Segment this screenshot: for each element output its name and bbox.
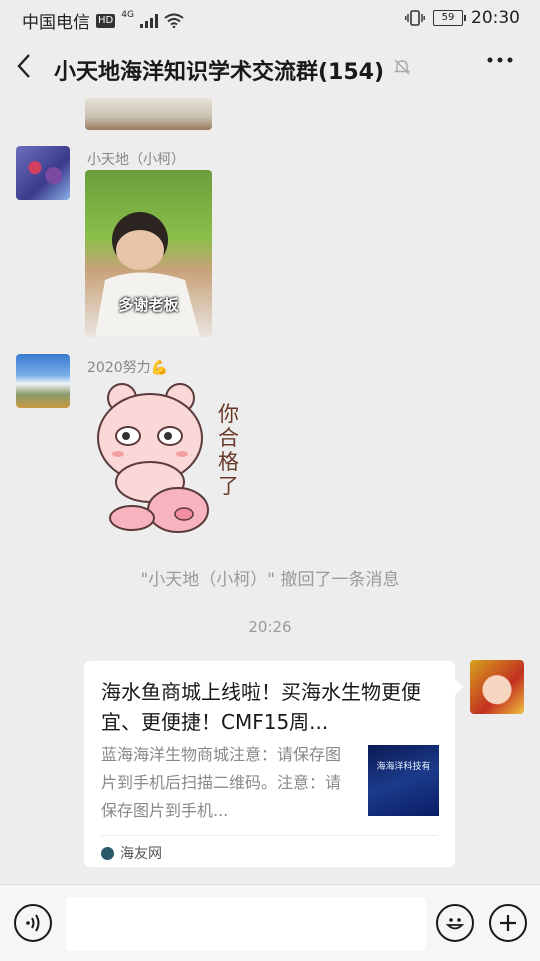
vibrate-icon (405, 10, 425, 26)
message-timestamp: 20:26 (248, 618, 292, 636)
status-bar: 中国电信 HD 4G 59 20:30 (0, 0, 540, 38)
plus-icon[interactable] (489, 904, 527, 942)
source-logo-icon (101, 846, 114, 860)
more-dots-icon[interactable] (486, 46, 514, 82)
chat-title: 小天地海洋知识学术交流群(154) (54, 60, 385, 85)
voice-icon[interactable] (14, 904, 52, 942)
link-card-title: 海水鱼商城上线啦！买海水生物更便宜、更便捷！CMF15周... (101, 680, 421, 734)
battery-indicator: 59 (433, 10, 466, 26)
sender-name: 2020努力💪 (87, 360, 169, 376)
sticker-message[interactable]: 你合格了 (92, 378, 252, 538)
clock: 20:30 (471, 8, 520, 28)
emoji-icon[interactable] (436, 904, 474, 942)
back-chevron-icon[interactable] (16, 52, 32, 86)
image-message-partial[interactable] (85, 98, 212, 130)
message-input[interactable] (66, 897, 426, 951)
network-type: 4G (121, 9, 134, 20)
link-card-thumbnail: 海海洋科技有 (368, 745, 439, 816)
bell-muted-icon (393, 58, 411, 80)
sticker-text: 你合格了 (218, 402, 239, 498)
carrier-label: 中国电信 (22, 13, 90, 33)
thumbnail-text: 海海洋科技有 (376, 762, 431, 772)
image-message[interactable]: 多谢老板 (85, 170, 212, 337)
chat-header: 小天地海洋知识学术交流群(154) (0, 38, 540, 98)
avatar[interactable] (16, 354, 70, 408)
link-card-description: 蓝海海洋生物商城注意：请保存图片到手机后扫描二维码。注意：请保存图片到手机... (101, 745, 342, 820)
recall-notice: "小天地（小柯）" 撤回了一条消息 (140, 570, 400, 590)
link-card-message[interactable]: 海水鱼商城上线啦！买海水生物更便宜、更便捷！CMF15周... 蓝海海洋生物商城… (84, 661, 463, 867)
image-caption: 多谢老板 (118, 296, 179, 314)
divider (101, 835, 438, 836)
avatar[interactable] (470, 660, 524, 714)
signal-bars-icon (139, 13, 158, 28)
source-name: 海友网 (120, 846, 162, 862)
sender-name: 小天地（小柯） (87, 152, 185, 168)
input-bar (0, 884, 540, 961)
hd-badge: HD (96, 13, 116, 28)
wifi-icon (164, 13, 184, 28)
link-card-source: 海友网 (101, 843, 162, 863)
avatar[interactable] (16, 146, 70, 200)
